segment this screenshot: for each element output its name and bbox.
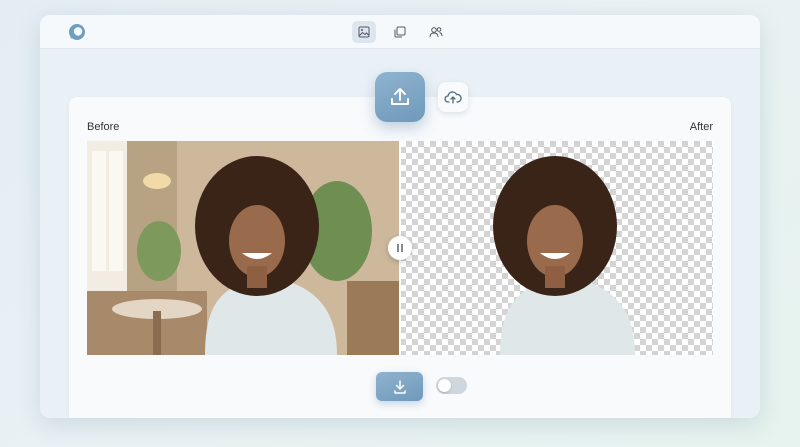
upload-button[interactable] bbox=[375, 72, 425, 122]
copy-icon bbox=[394, 26, 406, 38]
nav-images-button[interactable] bbox=[352, 21, 376, 43]
toggle-switch[interactable] bbox=[436, 377, 467, 394]
upload-icon bbox=[391, 88, 409, 105]
before-image bbox=[87, 141, 400, 355]
after-photo bbox=[493, 156, 635, 355]
top-bar bbox=[40, 15, 760, 49]
users-icon bbox=[429, 27, 443, 38]
nav-users-button[interactable] bbox=[424, 21, 448, 43]
app-logo[interactable] bbox=[68, 23, 86, 41]
cloud-upload-button[interactable] bbox=[438, 82, 468, 112]
nav-pages-button[interactable] bbox=[388, 21, 412, 43]
image-icon bbox=[358, 26, 370, 38]
app-window: Before After bbox=[40, 15, 760, 418]
after-image bbox=[400, 141, 713, 355]
toggle-knob bbox=[438, 379, 451, 392]
compare-slider-handle[interactable] bbox=[388, 236, 412, 260]
before-photo bbox=[87, 141, 400, 355]
before-after-comparison[interactable] bbox=[87, 141, 713, 355]
download-button[interactable] bbox=[376, 372, 423, 401]
after-label: After bbox=[689, 121, 713, 133]
download-icon bbox=[393, 379, 406, 394]
pause-icon bbox=[397, 244, 403, 252]
before-label: Before bbox=[87, 121, 120, 133]
cloud-upload-icon bbox=[444, 91, 462, 104]
